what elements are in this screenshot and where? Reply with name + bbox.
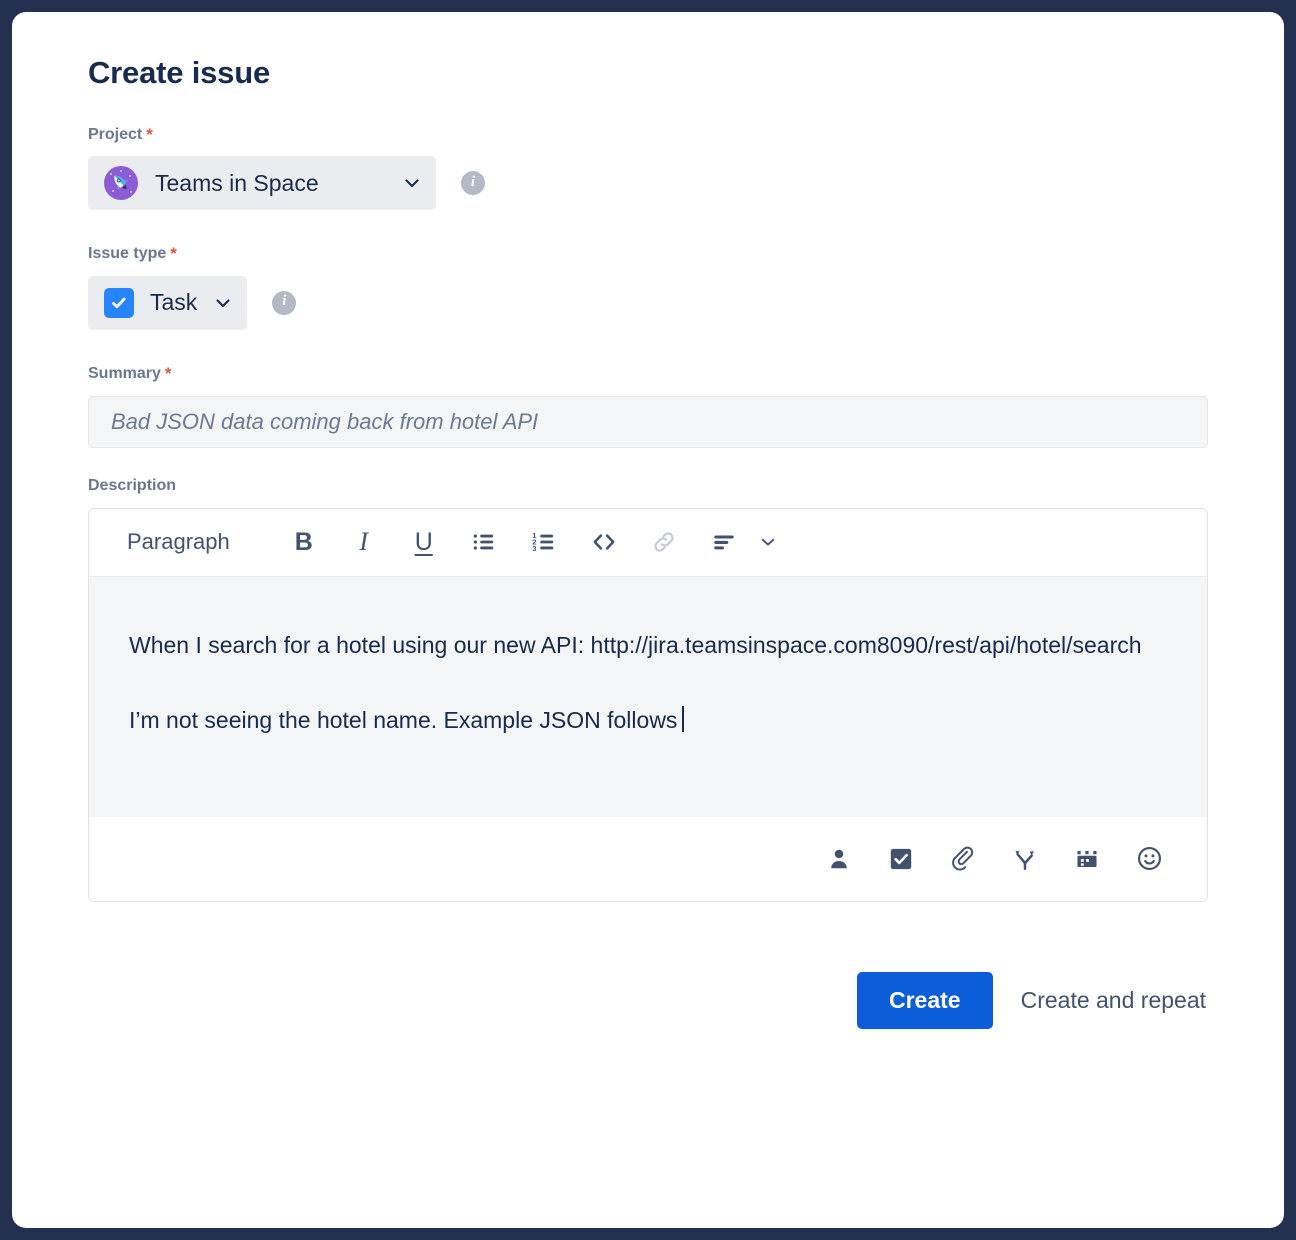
task-check-icon — [104, 287, 134, 318]
summary-placeholder: Bad JSON data coming back from hotel API — [111, 408, 539, 434]
description-textarea[interactable]: When I search for a hotel using our new … — [89, 576, 1207, 817]
info-glyph: i — [282, 293, 287, 310]
required-indicator: * — [164, 363, 172, 383]
field-description: Description Paragraph B I U 1 2 3 When I… — [88, 476, 1208, 902]
info-glyph: i — [470, 173, 476, 190]
field-project: Project * Teams in Space i — [88, 125, 1208, 211]
summary-input[interactable]: Bad JSON data coming back from hotel API — [88, 395, 1208, 448]
project-info-icon[interactable]: i — [461, 171, 485, 196]
required-indicator: * — [170, 244, 177, 264]
text-cursor — [682, 705, 685, 732]
issue-type-select[interactable]: Task — [88, 275, 248, 330]
summary-label-text: Summary — [88, 364, 161, 382]
description-paragraph-text: I’m not seeing the hotel name. Example J… — [129, 706, 678, 733]
app-frame: Create issue Project * Teams in Space i … — [0, 0, 1296, 1240]
editor-toolbar: Paragraph B I U 1 2 3 — [89, 508, 1207, 577]
dialog-actions: Create Create and repeat — [88, 971, 1208, 1030]
chevron-down-icon — [402, 173, 422, 193]
create-and-repeat-button[interactable]: Create and repeat — [1019, 982, 1208, 1019]
svg-text:3: 3 — [532, 544, 536, 553]
link-icon[interactable] — [642, 520, 686, 564]
summary-label: Summary * — [88, 364, 1208, 383]
bullet-list-icon[interactable] — [462, 520, 506, 564]
required-indicator: * — [146, 125, 153, 145]
emoji-smiley-icon[interactable] — [1133, 843, 1165, 875]
chevron-down-icon[interactable] — [746, 520, 790, 564]
mention-person-icon[interactable] — [823, 843, 855, 875]
bold-label: B — [294, 527, 313, 556]
branch-decision-icon[interactable] — [1009, 843, 1041, 875]
project-label: Project * — [88, 125, 1208, 144]
project-select[interactable]: Teams in Space — [88, 156, 436, 211]
description-editor: Paragraph B I U 1 2 3 When I search for … — [88, 507, 1208, 902]
description-paragraph: I’m not seeing the hotel name. Example J… — [129, 700, 1167, 741]
issue-type-info-icon[interactable]: i — [272, 290, 297, 315]
description-label-text: Description — [88, 476, 177, 494]
block-style-dropdown[interactable]: Paragraph — [127, 529, 230, 555]
editor-footer-toolbar — [89, 816, 1207, 901]
chevron-down-icon — [213, 293, 233, 313]
project-selected-value: Teams in Space — [155, 169, 319, 196]
italic-label: I — [359, 527, 369, 557]
description-paragraph: When I search for a hotel using our new … — [129, 631, 1142, 658]
field-issue-type: Issue type * Task i — [88, 244, 1208, 330]
create-button[interactable]: Create — [856, 971, 993, 1030]
text-align-icon[interactable] — [702, 520, 746, 564]
rocket-avatar-icon — [104, 166, 138, 201]
create-issue-dialog: Create issue Project * Teams in Space i … — [12, 12, 1284, 1228]
calendar-date-icon[interactable] — [1071, 843, 1103, 875]
attachment-paperclip-icon[interactable] — [947, 843, 979, 875]
field-summary: Summary * Bad JSON data coming back from… — [88, 364, 1208, 448]
issue-type-selected-value: Task — [150, 289, 198, 316]
underline-label: U — [414, 527, 433, 556]
page-title: Create issue — [88, 55, 270, 90]
bold-button[interactable]: B — [282, 520, 326, 564]
task-checkbox-icon[interactable] — [885, 843, 917, 875]
underline-button[interactable]: U — [402, 520, 446, 564]
issue-type-label: Issue type * — [88, 244, 1208, 263]
numbered-list-icon[interactable]: 1 2 3 — [522, 520, 566, 564]
project-label-text: Project — [88, 126, 143, 144]
italic-button[interactable]: I — [342, 520, 386, 564]
code-icon[interactable] — [582, 520, 626, 564]
description-label: Description — [88, 476, 1208, 495]
issue-type-label-text: Issue type — [88, 245, 167, 263]
